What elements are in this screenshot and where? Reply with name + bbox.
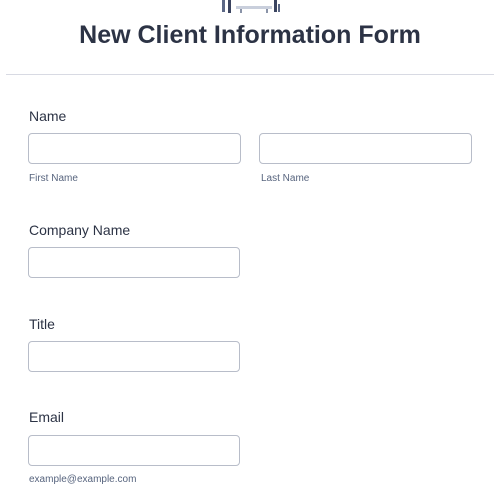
email-sublabel: example@example.com — [29, 474, 137, 485]
first-name-sublabel: First Name — [29, 173, 78, 184]
form-title: New Client Information Form — [79, 21, 421, 49]
company-name-input[interactable] — [28, 247, 240, 278]
company-name-label: Company Name — [29, 222, 131, 238]
title-input[interactable] — [28, 341, 240, 372]
last-name-input[interactable] — [259, 133, 472, 164]
email-input[interactable] — [28, 435, 240, 466]
title-label: Title — [29, 316, 55, 332]
office-desk-illustration-icon — [218, 0, 282, 14]
last-name-sublabel: Last Name — [261, 173, 310, 184]
email-label: Email — [29, 409, 65, 425]
name-label: Name — [29, 108, 67, 124]
header-divider — [6, 74, 494, 75]
first-name-input[interactable] — [28, 133, 241, 164]
